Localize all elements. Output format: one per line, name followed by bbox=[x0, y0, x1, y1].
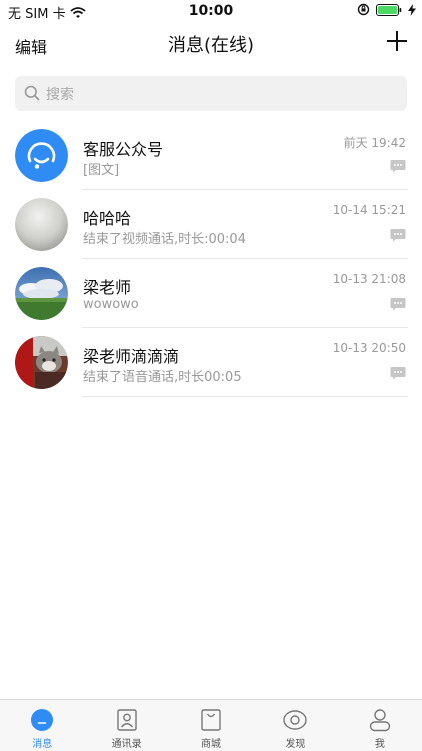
search-input[interactable]: 搜索 bbox=[15, 76, 407, 111]
conversation-row[interactable]: 哈哈哈 结束了视频通话,时长:00:04 10-14 15:21 bbox=[0, 190, 422, 259]
tab-profile[interactable]: 我 bbox=[338, 700, 422, 751]
tab-messages[interactable]: 消息 bbox=[0, 700, 84, 751]
avatar bbox=[15, 336, 68, 389]
chat-bubble-icon bbox=[390, 298, 406, 311]
conversation-preview: 结束了语音通话,时长00:05 bbox=[83, 370, 242, 385]
nav-bar: 编辑 消息(在线) bbox=[0, 22, 422, 66]
conversation-name: 梁老师 bbox=[83, 278, 132, 297]
conversation-list: 客服公众号 [图文] 前天 19:42 哈哈哈 结束了视频通话,时长:00:04… bbox=[0, 121, 422, 397]
contacts-icon bbox=[116, 709, 137, 731]
conversation-name: 哈哈哈 bbox=[83, 209, 132, 228]
tab-label: 我 bbox=[374, 739, 385, 750]
tab-shop[interactable]: 商城 bbox=[169, 700, 253, 751]
tab-label: 商城 bbox=[201, 739, 222, 750]
conversation-time: 10-13 20:50 bbox=[332, 341, 406, 355]
page-title: 消息(在线) bbox=[167, 35, 255, 56]
cat-photo bbox=[15, 336, 68, 389]
profile-icon bbox=[369, 709, 391, 732]
avatar bbox=[15, 129, 68, 182]
conversation-time: 前天 19:42 bbox=[343, 136, 406, 150]
tab-label: 发现 bbox=[285, 739, 306, 750]
battery-icon bbox=[376, 3, 402, 16]
conversation-name: 梁老师滴滴滴 bbox=[83, 347, 180, 366]
conversation-row[interactable]: 客服公众号 [图文] 前天 19:42 bbox=[0, 121, 422, 190]
search-placeholder: 搜索 bbox=[46, 87, 74, 103]
service-agent-icon bbox=[15, 129, 68, 182]
shop-icon bbox=[201, 709, 221, 731]
tab-discover[interactable]: 发现 bbox=[253, 700, 337, 751]
conversation-name: 客服公众号 bbox=[83, 140, 164, 159]
landscape-photo bbox=[15, 267, 68, 320]
message-icon bbox=[31, 709, 54, 731]
chat-bubble-icon bbox=[390, 229, 406, 242]
row-divider bbox=[82, 396, 408, 397]
chat-bubble-icon bbox=[390, 367, 406, 380]
conversation-preview: wowowo bbox=[83, 297, 139, 312]
conversation-time: 10-14 15:21 bbox=[332, 203, 406, 217]
avatar bbox=[15, 198, 68, 251]
avatar bbox=[15, 267, 68, 320]
conversation-row[interactable]: 梁老师 wowowo 10-13 21:08 bbox=[0, 259, 422, 328]
grey-ball-photo bbox=[15, 198, 68, 251]
discover-icon bbox=[283, 710, 308, 730]
conversation-row[interactable]: 梁老师滴滴滴 结束了语音通话,时长00:05 10-13 20:50 bbox=[0, 328, 422, 397]
search-icon bbox=[24, 85, 40, 101]
conversation-preview: 结束了视频通话,时长:00:04 bbox=[83, 232, 246, 247]
add-icon[interactable] bbox=[386, 30, 408, 52]
tab-label: 通讯录 bbox=[111, 739, 142, 750]
tab-bar: 消息 通讯录 商城 发现 我 bbox=[0, 699, 422, 751]
tab-contacts[interactable]: 通讯录 bbox=[84, 700, 168, 751]
status-right bbox=[357, 3, 416, 16]
charging-bolt-icon bbox=[408, 3, 416, 16]
tab-label: 消息 bbox=[32, 739, 53, 750]
status-bar: 无 SIM 卡 10:00 bbox=[0, 0, 422, 22]
orientation-lock-icon bbox=[357, 3, 370, 16]
chat-bubble-icon bbox=[390, 160, 406, 173]
conversation-time: 10-13 21:08 bbox=[332, 272, 406, 286]
conversation-preview: [图文] bbox=[83, 163, 120, 178]
